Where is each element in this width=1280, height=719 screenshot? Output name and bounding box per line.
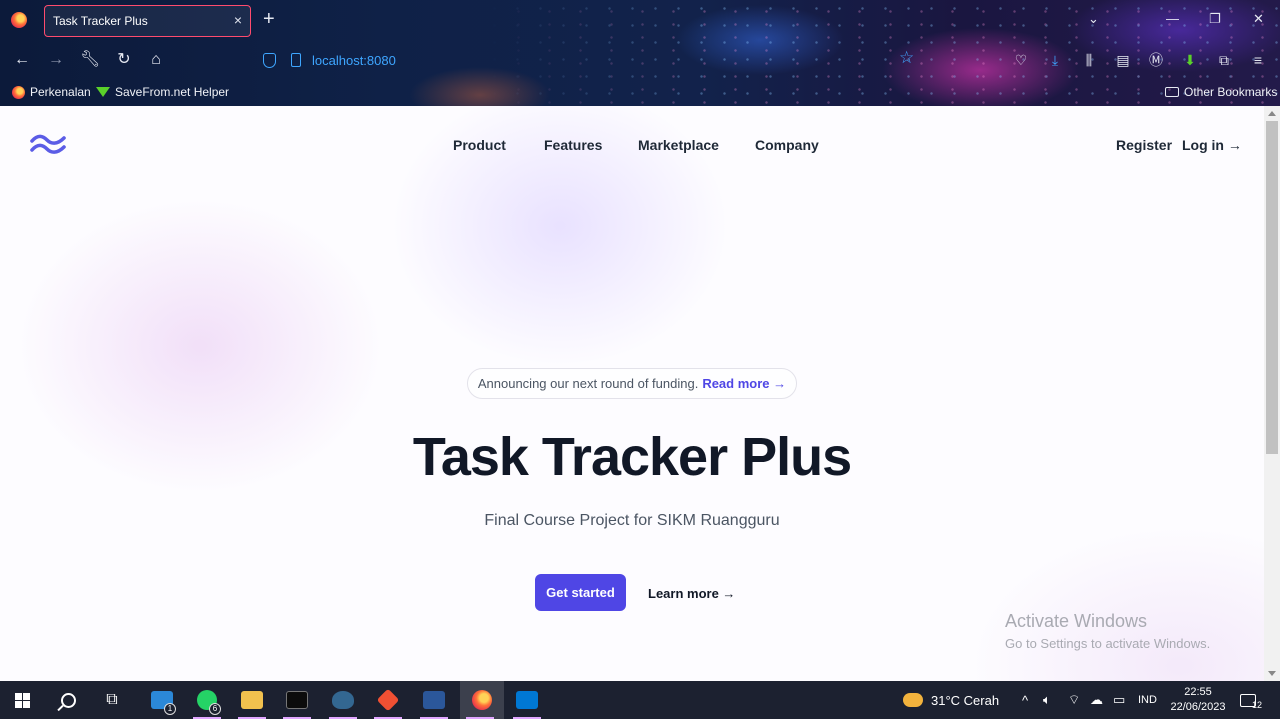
language-indicator[interactable]: IND [1138,681,1157,719]
account-icon[interactable]: Ⓜ [1146,50,1166,70]
tab-bar: Task Tracker Plus × + ⌄ — ❐ ✕ [0,0,1280,41]
scroll-down-icon[interactable] [1268,671,1276,676]
forward-icon[interactable]: → [46,50,66,70]
page-info-icon[interactable] [291,53,301,67]
windows-taskbar: ⧉ 1 6 31°C Cerah ^ 🔈︎ ⌔ ☁︎ ▭ IND 22:55 2… [0,681,1280,719]
bookmark-star-icon[interactable]: ☆ [899,48,914,68]
reload-icon[interactable]: ↻ [114,50,134,70]
sidebar-icon[interactable]: ▤ [1113,50,1133,70]
extensions-icon[interactable]: ⧉ [1214,50,1234,70]
word-icon[interactable] [414,681,454,719]
login-link[interactable]: Log in → [1182,137,1242,153]
bookmark-perkenalan[interactable]: Perkenalan [12,85,91,99]
nav-product[interactable]: Product [453,137,506,153]
search-icon[interactable] [48,681,88,719]
library-icon[interactable]: ⫼ [1079,50,1099,70]
nav-marketplace[interactable]: Marketplace [638,137,719,153]
network-error-icon[interactable]: ☁︎ [1090,681,1103,719]
tab-list-icon[interactable]: ⌄ [1088,11,1099,27]
minimize-button[interactable]: — [1166,11,1179,26]
bookmarks-bar: Perkenalan SaveFrom.net Helper Other Boo… [0,79,1280,106]
menu-icon[interactable]: ≡ [1248,50,1268,70]
bookmark-label: Perkenalan [30,85,91,99]
tab-title: Task Tracker Plus [53,14,148,28]
hero-title: Task Tracker Plus [412,427,852,487]
hidden-icons-chevron[interactable]: ^ [1022,681,1028,719]
start-icon[interactable] [2,681,42,719]
battery-icon[interactable]: ▭ [1113,681,1125,719]
tab-task-tracker[interactable]: Task Tracker Plus × [44,5,251,37]
pocket-icon[interactable]: ♡ [1011,50,1031,70]
mail-badge: 1 [164,703,176,715]
postgresql-icon[interactable] [323,681,363,719]
git-icon[interactable] [368,681,408,719]
task-view-icon[interactable]: ⧉ [92,681,132,719]
download-helper-icon[interactable]: ⬇ [1180,50,1200,70]
home-icon[interactable]: ⌂ [146,50,166,70]
download-icon[interactable]: ⤓ [1045,50,1065,70]
close-window-button[interactable]: ✕ [1253,11,1264,27]
tracking-protection-icon[interactable] [263,53,276,68]
vertical-scrollbar[interactable] [1264,106,1280,681]
announcement-text: Announcing our next round of funding. [477,376,699,391]
announcement-pill: Announcing our next round of funding. Re… [467,368,797,399]
scroll-up-icon[interactable] [1268,111,1276,116]
activate-windows-watermark: Activate Windows Go to Settings to activ… [1005,611,1210,651]
volume-icon[interactable]: 🔈︎ [1043,681,1051,719]
vscode-icon[interactable] [507,681,547,719]
activate-title: Activate Windows [1005,611,1148,631]
file-explorer-icon[interactable] [232,681,272,719]
savefrom-icon [96,87,110,97]
weather-text: 31°C Cerah [931,692,1000,708]
back-icon[interactable]: ← [12,50,32,70]
nav-features[interactable]: Features [544,137,602,153]
learn-more-link[interactable]: Learn more → [648,586,735,601]
hero-subtitle: Final Course Project for SIKM Ruangguru [484,512,780,529]
terminal-icon[interactable] [277,681,317,719]
mail-icon[interactable]: 1 [142,681,182,719]
tab-close-icon[interactable]: × [234,12,242,28]
restore-button[interactable]: ❐ [1209,11,1221,27]
page-content: Product Features Marketplace Company Reg… [0,106,1264,681]
firefox-icon[interactable] [460,681,504,719]
weather-widget[interactable]: 31°C Cerah [903,681,999,719]
activate-subtitle: Go to Settings to activate Windows. [1005,636,1211,651]
register-link[interactable]: Register [1116,137,1172,153]
nav-company[interactable]: Company [755,137,819,153]
wifi-icon[interactable]: ⌔ [1068,681,1080,719]
url-bar[interactable]: localhost:8080 [260,50,680,72]
navigation-toolbar: ← → 🔧︎ ↻ ⌂ localhost:8080 ♡ ⤓ ⫼ ▤ Ⓜ ⬇ ⧉ … [0,41,1280,79]
clock[interactable]: 22:55 22/06/2023 [1170,685,1226,715]
firefox-icon [12,85,25,99]
firefox-icon[interactable] [11,12,27,28]
bookmark-label: SaveFrom.net Helper [115,85,230,99]
folder-icon [1165,87,1179,97]
get-started-button[interactable]: Get started [535,574,626,611]
url-text[interactable]: localhost:8080 [312,53,396,68]
read-more-link[interactable]: Read more → [702,376,786,391]
whatsapp-icon[interactable]: 6 [187,681,227,719]
whatsapp-badge: 6 [209,703,221,715]
wrench-icon[interactable]: 🔧︎ [80,50,100,70]
bookmark-savefrom[interactable]: SaveFrom.net Helper [96,85,229,99]
weather-icon [903,693,923,707]
browser-chrome: Task Tracker Plus × + ⌄ — ❐ ✕ ← → 🔧︎ ↻ ⌂… [0,0,1280,106]
notification-center-icon[interactable]: 12 [1240,681,1262,719]
clock-date: 22/06/2023 [1170,701,1226,713]
clock-time: 22:55 [1184,686,1212,698]
other-bookmarks-label: Other Bookmarks [1184,85,1278,99]
new-tab-button[interactable]: + [263,9,275,29]
other-bookmarks[interactable]: Other Bookmarks [1165,85,1277,99]
tailwind-logo[interactable] [30,132,66,156]
scroll-thumb[interactable] [1266,121,1278,454]
